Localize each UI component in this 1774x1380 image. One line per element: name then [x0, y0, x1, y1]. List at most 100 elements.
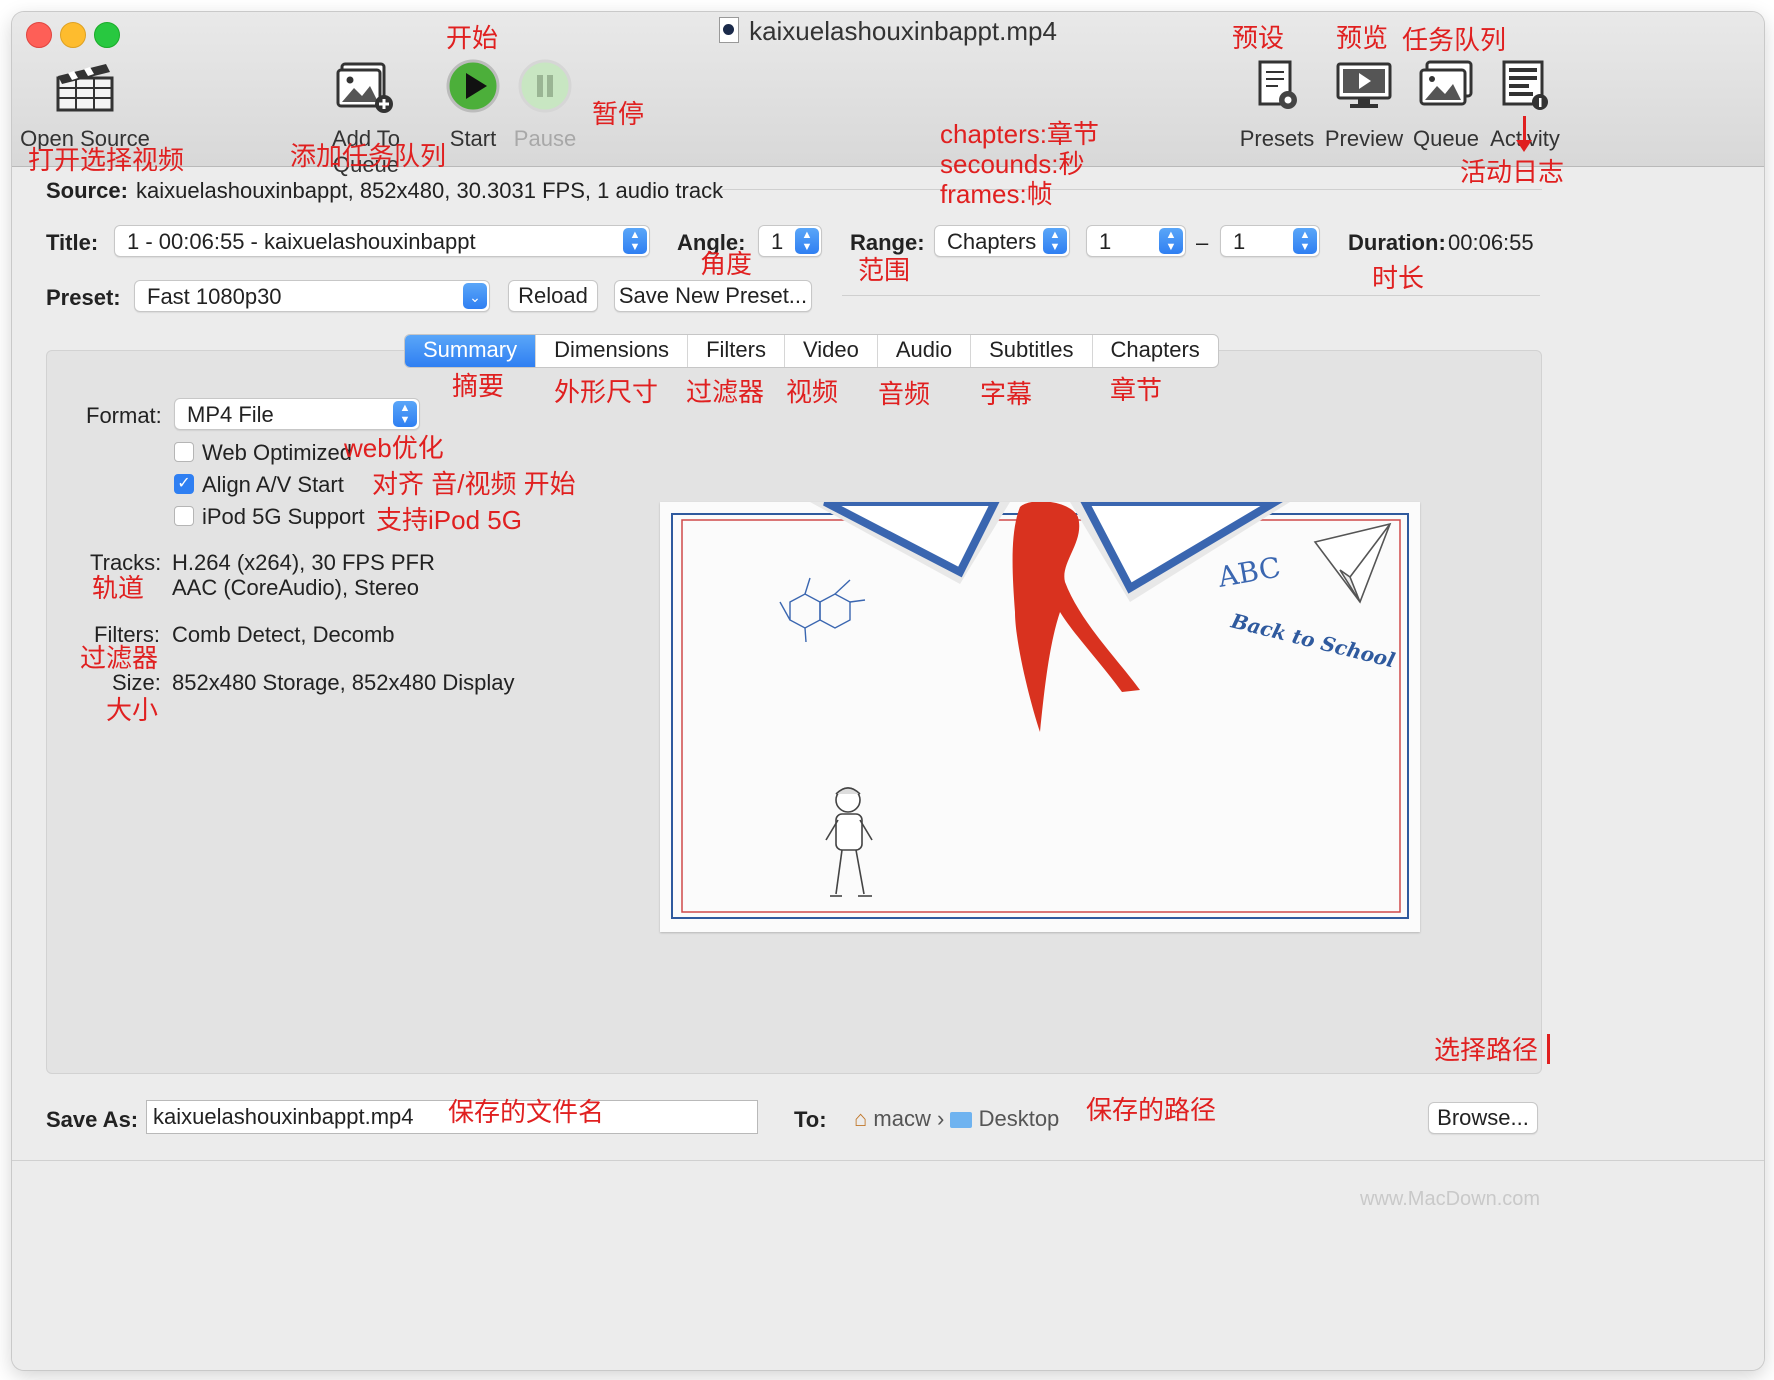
annotation-seconds: secounds:秒	[940, 149, 1085, 179]
range-start-value: 1	[1099, 229, 1112, 254]
preset-separator	[842, 295, 1540, 296]
annotation-choose-path: 选择路径	[1434, 1035, 1539, 1065]
annotation-activity: 活动日志	[1460, 157, 1565, 187]
angle-select-value: 1	[771, 229, 784, 254]
annotation-queue: 任务队列	[1402, 25, 1507, 55]
annotation-tab-dimensions: 外形尺寸	[554, 377, 659, 407]
browse-button[interactable]: Browse...	[1428, 1102, 1538, 1134]
chevron-down-icon: ⌄	[463, 283, 487, 309]
align-av-checkbox[interactable]: ✓	[174, 474, 194, 494]
angle-select[interactable]: 1 ▲ ▼	[758, 225, 822, 257]
updown-chevron-icon: ▲ ▼	[1159, 228, 1183, 254]
preview-label: Preview	[1324, 126, 1404, 151]
tab-bar: Summary Dimensions Filters Video Audio S…	[404, 334, 1219, 368]
range-end-value: 1	[1233, 229, 1246, 254]
home-icon: ⌂	[854, 1106, 868, 1131]
preview-thumbnail: ABC Back to School	[660, 498, 1420, 932]
queue-label: Queue	[1412, 126, 1480, 151]
range-type-value: Chapters	[947, 229, 1037, 254]
annotation-arrow-line	[1523, 116, 1526, 142]
pause-label: Pause	[513, 126, 577, 151]
ipod-support-checkbox[interactable]	[174, 506, 194, 526]
tab-chapters[interactable]: Chapters	[1093, 335, 1218, 367]
annotation-add-queue: 添加任务队列	[290, 141, 447, 171]
preset-label: Preset:	[46, 285, 121, 310]
annotation-tab-filters: 过滤器	[686, 377, 765, 407]
title-select-value: 1 - 00:06:55 - kaixuelashouxinbappt	[127, 229, 476, 254]
annotation-tab-audio: 音频	[878, 379, 931, 409]
updown-chevron-icon: ▲ ▼	[623, 228, 647, 254]
source-label: Source:	[46, 178, 128, 203]
annotation-ipod: 支持iPod 5G	[376, 505, 522, 535]
open-source-button[interactable]: Open Source	[20, 58, 150, 152]
annotation-save-path: 保存的路径	[1086, 1095, 1217, 1125]
app-window: kaixuelashouxinbappt.mp4 Open Source Add…	[12, 12, 1764, 1370]
save-new-preset-button[interactable]: Save New Preset...	[614, 280, 812, 312]
annotation-filters: 过滤器	[80, 643, 159, 673]
title-select[interactable]: 1 - 00:06:55 - kaixuelashouxinbappt ▲ ▼	[114, 225, 650, 257]
folder-icon	[950, 1112, 973, 1128]
annotation-preview: 预览	[1336, 23, 1389, 53]
start-button[interactable]: Start	[440, 58, 506, 152]
save-as-label: Save As:	[46, 1107, 139, 1132]
tab-filters[interactable]: Filters	[688, 335, 785, 367]
format-label: Format:	[86, 403, 162, 428]
preset-select[interactable]: Fast 1080p30 ⌄	[134, 280, 490, 312]
web-optimized-label: Web Optimized	[202, 440, 352, 465]
monitor-play-icon	[1336, 62, 1392, 108]
web-optimized-checkbox[interactable]	[174, 442, 194, 462]
annotation-range: 范围	[858, 255, 911, 285]
updown-chevron-icon: ▲ ▼	[1043, 228, 1067, 254]
source-separator	[722, 189, 1542, 190]
annotation-start: 开始	[446, 23, 499, 53]
preview-button[interactable]: Preview	[1322, 58, 1406, 152]
annotation-tab-chapters: 章节	[1110, 375, 1163, 405]
presets-button[interactable]: Presets	[1232, 58, 1322, 152]
path-home: macw	[873, 1106, 931, 1131]
annotation-open-source: 打开选择视频	[28, 145, 185, 175]
annotation-chapters: chapters:章节	[940, 119, 1099, 149]
range-start-select[interactable]: 1 ▲ ▼	[1086, 225, 1186, 257]
add-photo-icon	[336, 62, 393, 113]
annotation-pause: 暂停	[592, 99, 645, 129]
format-select[interactable]: MP4 File ▲ ▼	[174, 398, 420, 430]
preset-select-value: Fast 1080p30	[147, 284, 282, 309]
annotation-tracks: 轨道	[92, 573, 145, 603]
annotation-frames: frames:帧	[940, 179, 1053, 209]
tab-summary[interactable]: Summary	[405, 335, 537, 367]
duration-label: Duration:	[1348, 230, 1446, 255]
range-type-select[interactable]: Chapters ▲ ▼	[934, 225, 1070, 257]
tab-subtitles[interactable]: Subtitles	[971, 335, 1093, 367]
updown-chevron-icon: ▲ ▼	[795, 228, 819, 254]
duration-value: 00:06:55	[1448, 230, 1534, 255]
pause-button[interactable]: Pause	[512, 58, 578, 152]
size-value: 852x480 Storage, 852x480 Display	[172, 670, 515, 695]
annotation-angle: 角度	[700, 249, 753, 279]
annotation-arrow-head-icon	[1516, 140, 1532, 152]
annotation-presets: 预设	[1232, 23, 1285, 53]
play-icon	[446, 59, 500, 113]
queue-button[interactable]: Queue	[1408, 58, 1484, 152]
annotation-web-optimized: web优化	[344, 433, 444, 463]
updown-chevron-icon: ▲ ▼	[393, 401, 417, 427]
presets-label: Presets	[1239, 126, 1315, 151]
start-label: Start	[449, 126, 497, 151]
video-file-icon	[719, 17, 740, 43]
annotation-tab-video: 视频	[786, 377, 839, 407]
align-av-label: Align A/V Start	[202, 472, 344, 497]
annotation-save-filename: 保存的文件名	[448, 1097, 605, 1127]
tab-audio[interactable]: Audio	[878, 335, 972, 367]
tab-video[interactable]: Video	[785, 335, 878, 367]
range-end-select[interactable]: 1 ▲ ▼	[1220, 225, 1320, 257]
reload-button[interactable]: Reload	[508, 280, 598, 312]
format-select-value: MP4 File	[187, 402, 274, 427]
clapperboard-icon	[56, 64, 114, 112]
tracks-line2: AAC (CoreAudio), Stereo	[172, 575, 419, 600]
save-path-control[interactable]: ⌂ macw › Desktop	[854, 1106, 1094, 1134]
filters-value: Comb Detect, Decomb	[172, 622, 395, 647]
annotation-duration: 时长	[1372, 263, 1425, 293]
source-value: kaixuelashouxinbappt, 852x480, 30.3031 F…	[136, 178, 724, 203]
tab-dimensions[interactable]: Dimensions	[536, 335, 689, 367]
pause-icon	[518, 59, 572, 113]
range-label: Range:	[850, 230, 925, 255]
